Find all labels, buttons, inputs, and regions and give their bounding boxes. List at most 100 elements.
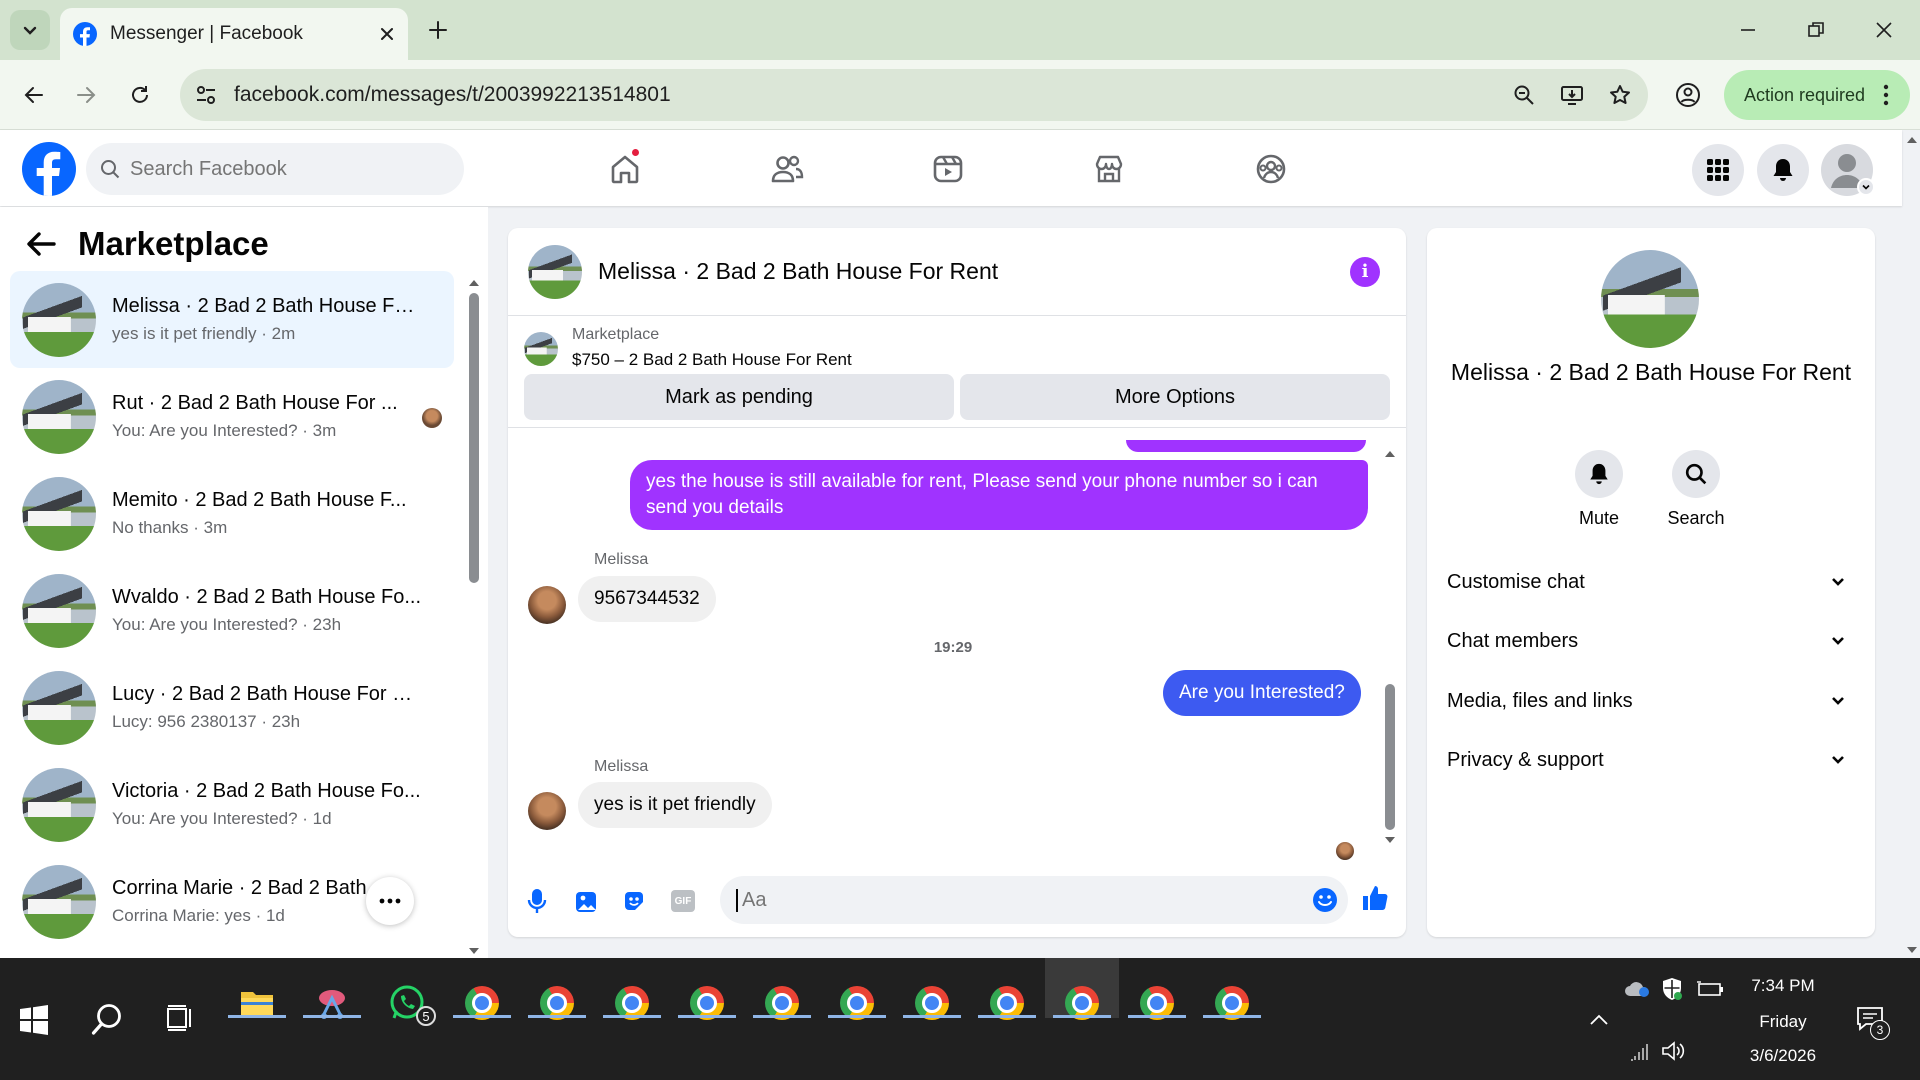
close-window-button[interactable] [1866,12,1902,48]
battery-icon[interactable] [1696,980,1724,998]
restore-button[interactable] [1798,12,1834,48]
thumbs-up-icon[interactable] [1360,883,1390,913]
search-action[interactable]: Search [1651,450,1741,529]
customise-chat-row[interactable]: Customise chat [1447,557,1857,607]
wifi-icon[interactable] [1629,1042,1651,1062]
site-settings-icon[interactable] [194,83,218,107]
reload-button[interactable] [120,75,160,115]
new-tab-button[interactable] [420,12,456,48]
forward-button[interactable] [66,75,106,115]
sender-avatar[interactable] [528,586,566,624]
tray-expand-icon[interactable] [1589,1013,1609,1027]
zoom-icon[interactable] [1504,75,1544,115]
composer-input-wrap[interactable] [720,876,1348,924]
action-required-button[interactable]: Action required [1724,70,1910,120]
message-composer: GIF [508,870,1406,930]
chat-members-row[interactable]: Chat members [1447,616,1857,666]
clock-day[interactable]: Friday [1723,1012,1843,1032]
conversation-scrollbar[interactable] [468,277,480,957]
chat-title[interactable]: Melissa · 2 Bad 2 Bath House For Rent [598,258,1350,285]
incoming-message[interactable]: 9567344532 [578,576,716,622]
media-files-links-row[interactable]: Media, files and links [1447,676,1857,726]
taskbar-chrome-profile[interactable] [970,958,1044,1020]
taskbar-chrome-profile[interactable] [445,958,519,1020]
search-icon[interactable] [90,1002,124,1038]
more-options-button[interactable]: More Options [960,374,1390,420]
account-chevron-icon[interactable] [1857,178,1875,196]
taskbar-whatsapp[interactable]: 5 [370,958,444,1026]
address-bar[interactable]: facebook.com/messages/t/2003992213514801 [180,69,1648,121]
conversation-item[interactable]: Lucy · 2 Bad 2 Bath House For R... Lucy:… [10,659,454,756]
conversation-item[interactable]: Melissa · 2 Bad 2 Bath House Fo... yes i… [10,271,454,368]
profile-button[interactable] [1668,75,1708,115]
facebook-search-input[interactable] [130,157,430,181]
emoji-icon[interactable] [1312,887,1338,913]
scroll-thumb[interactable] [1385,684,1395,830]
conversation-item[interactable]: Wvaldo · 2 Bad 2 Bath House Fo... You: A… [10,562,454,659]
outgoing-message[interactable]: yes the house is still available for ren… [630,460,1368,530]
conversation-item[interactable]: Victoria · 2 Bad 2 Bath House Fo... You:… [10,756,454,853]
nav-home[interactable] [595,146,655,192]
sender-avatar[interactable] [528,792,566,830]
info-icon[interactable]: i [1350,256,1380,287]
volume-icon[interactable] [1661,1040,1687,1062]
nav-marketplace[interactable] [1079,146,1139,192]
incoming-message[interactable]: yes is it pet friendly [578,782,772,828]
listing-card[interactable]: Marketplace $750 – 2 Bad 2 Bath House Fo… [508,316,1406,374]
taskbar-chrome-profile[interactable] [820,958,894,1020]
tab-search-button[interactable] [10,10,50,50]
taskbar-chrome-profile[interactable] [895,958,969,1020]
facebook-search[interactable] [86,143,464,195]
back-arrow-icon[interactable] [26,231,56,257]
kebab-menu-icon[interactable] [1883,84,1889,106]
info-avatar[interactable] [1601,250,1699,348]
back-button[interactable] [14,75,54,115]
more-options-fab[interactable] [366,877,414,925]
close-tab-icon[interactable] [378,25,396,43]
notification-center-icon[interactable]: 3 [1856,1006,1890,1040]
nav-gaming[interactable] [1241,146,1301,192]
facebook-logo-icon[interactable] [22,142,76,196]
conversation-item[interactable]: Memito · 2 Bad 2 Bath House F... No than… [10,465,454,562]
clock-time[interactable]: 7:34 PM [1723,976,1843,996]
page-scrollbar[interactable] [1906,134,1918,956]
taskbar-chrome-profile[interactable] [670,958,744,1020]
windows-start-icon[interactable] [18,1004,50,1036]
scroll-thumb[interactable] [469,293,479,583]
chat-scrollbar[interactable] [1384,448,1396,846]
bookmark-star-icon[interactable] [1600,75,1640,115]
sidebar-title: Marketplace [78,225,269,262]
sticker-icon[interactable] [619,886,649,916]
mute-action[interactable]: Mute [1554,450,1644,529]
minimize-button[interactable] [1730,12,1766,48]
microphone-icon[interactable] [522,886,552,916]
browser-tab-messenger[interactable]: Messenger | Facebook [60,8,408,60]
chat-avatar[interactable] [528,244,582,299]
taskbar-chrome-profile[interactable] [1120,958,1194,1020]
nav-video[interactable] [918,146,978,192]
notifications-button[interactable] [1757,144,1809,196]
url-text: facebook.com/messages/t/2003992213514801 [234,83,671,106]
gif-icon[interactable]: GIF [668,886,698,916]
outgoing-message[interactable]: Are you Interested? [1163,670,1361,716]
mark-pending-button[interactable]: Mark as pending [524,374,954,420]
conversation-item[interactable]: Rut · 2 Bad 2 Bath House For ... You: Ar… [10,368,454,465]
taskbar-chrome-profile[interactable] [520,958,594,1020]
taskbar-chrome-profile[interactable] [1195,958,1269,1020]
image-icon[interactable] [571,886,601,916]
nav-friends[interactable] [757,146,817,192]
message-input[interactable] [736,888,1296,912]
clock-date[interactable]: 3/6/2026 [1723,1046,1843,1066]
onedrive-icon[interactable] [1623,978,1651,998]
menu-button[interactable] [1692,144,1744,196]
taskbar-chrome-active[interactable] [1045,958,1119,1020]
install-app-icon[interactable] [1552,75,1592,115]
account-avatar[interactable] [1821,144,1875,196]
security-shield-icon[interactable] [1660,976,1684,1002]
task-view-icon[interactable] [166,1004,194,1032]
privacy-support-row[interactable]: Privacy & support [1447,735,1857,785]
taskbar-file-explorer[interactable] [220,958,294,1018]
taskbar-chrome-profile[interactable] [595,958,669,1020]
taskbar-snipping-tool[interactable] [295,958,369,1019]
taskbar-chrome-profile[interactable] [745,958,819,1020]
